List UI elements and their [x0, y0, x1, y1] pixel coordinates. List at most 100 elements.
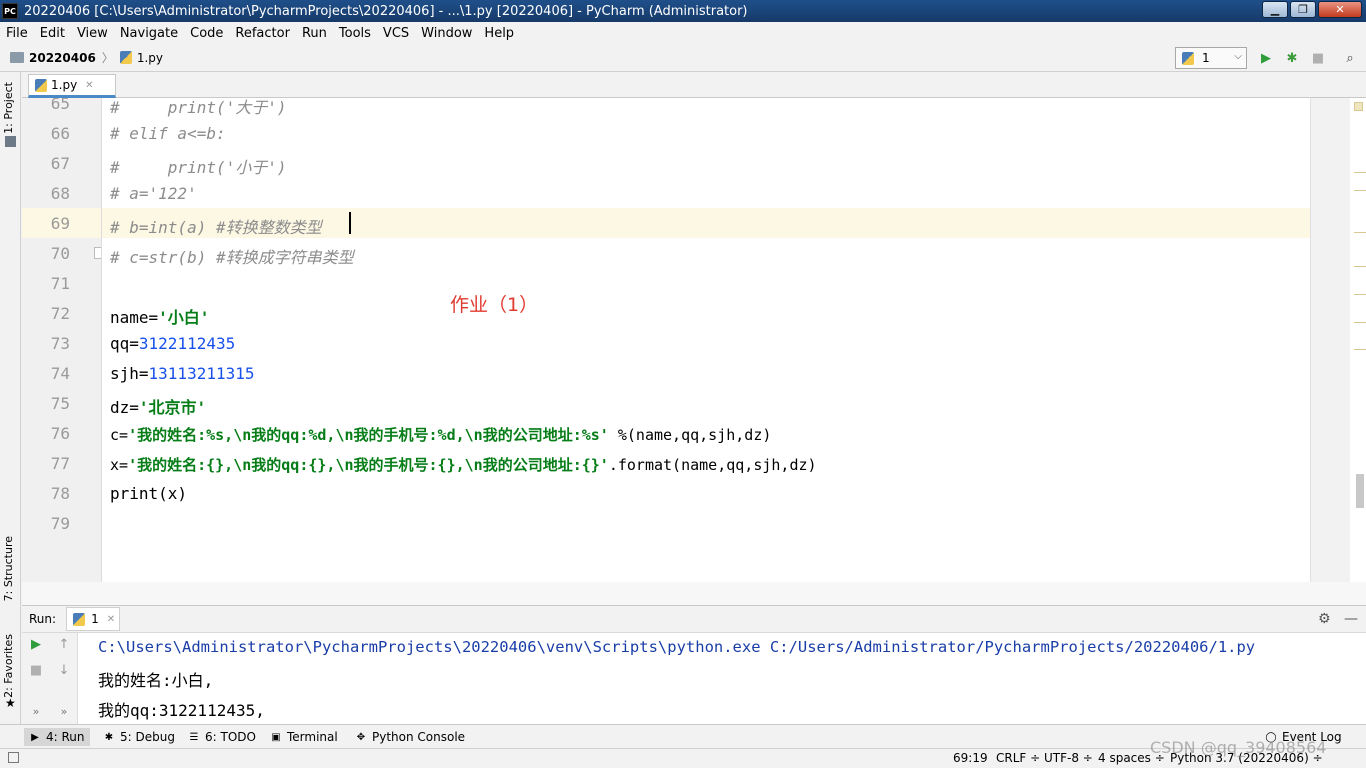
number-literal: 13113211315 — [148, 364, 255, 383]
bug-icon: ✱ — [104, 731, 114, 743]
debug-tool-button[interactable]: ✱ 5: Debug — [98, 728, 180, 746]
stop-icon[interactable]: ■ — [28, 663, 44, 678]
debug-bug-icon[interactable]: ✱ — [1283, 49, 1301, 67]
line-number: 77 — [50, 454, 70, 473]
python-icon: ✥ — [356, 731, 366, 743]
menu-edit[interactable]: Edit — [34, 26, 71, 41]
python-file-icon — [35, 78, 47, 92]
scroll-thumb[interactable] — [1356, 474, 1364, 508]
hide-panel-icon[interactable]: — — [1344, 611, 1358, 627]
string-literal: '我的姓名:{},\n我的qq:{},\n我的手机号:{},\n我的公司地址:{… — [128, 456, 609, 474]
arrow-up-icon[interactable]: ↑ — [56, 637, 72, 652]
toggle-tool-windows-icon[interactable] — [8, 752, 19, 763]
code-line: # elif a<=b: — [110, 124, 226, 143]
structure-tool-tab[interactable]: 7: Structure — [2, 536, 15, 601]
favorites-tool-tab[interactable]: 2: Favorites — [2, 634, 15, 698]
menu-refactor[interactable]: Refactor — [229, 26, 296, 41]
todo-tool-button[interactable]: ☰ 6: TODO — [183, 728, 261, 746]
editor-scrollbar[interactable] — [1350, 98, 1366, 582]
run-icon[interactable]: ▶ — [1257, 49, 1275, 67]
run-console-output[interactable]: C:\Users\Administrator\PycharmProjects\2… — [78, 633, 1366, 724]
line-number: 78 — [50, 484, 70, 503]
run-configuration-select[interactable]: 1 ⌵ — [1175, 47, 1247, 69]
title-bar: PC 20220406 [C:\Users\Administrator\Pych… — [0, 0, 1366, 22]
code-line-78: print(x) — [110, 484, 188, 503]
code-line-73: qq=3122112435 — [110, 334, 235, 353]
scroll-marker — [1354, 349, 1366, 350]
chevron-right-icon: 〉 — [101, 51, 114, 65]
run-panel-header: Run: 1 ✕ ⚙ — — [22, 605, 1366, 633]
window-title: 20220406 [C:\Users\Administrator\Pycharm… — [24, 3, 748, 19]
menu-navigate[interactable]: Navigate — [114, 26, 184, 41]
scroll-marker — [1354, 232, 1366, 233]
code-line: # print('大于') — [110, 98, 287, 117]
menu-run[interactable]: Run — [296, 26, 333, 41]
menu-vcs[interactable]: VCS — [377, 26, 415, 41]
more-icon[interactable]: » — [28, 705, 44, 718]
code-editor[interactable]: # print('大于') # elif a<=b: # print('小于')… — [102, 98, 1310, 582]
minimize-button[interactable]: ▁ — [1262, 1, 1288, 18]
line-number: 73 — [50, 334, 70, 353]
menu-file[interactable]: File — [0, 26, 34, 41]
string-literal: '北京市' — [138, 398, 207, 417]
gear-icon[interactable]: ⚙ — [1318, 611, 1331, 627]
project-tool-tab[interactable]: 1: Project — [2, 82, 15, 134]
list-icon: ☰ — [189, 731, 199, 743]
code-line: # print('小于') — [110, 158, 287, 177]
pycharm-app-icon: PC — [2, 3, 18, 19]
line-separator[interactable]: CRLF ÷ — [996, 751, 1040, 765]
close-icon[interactable]: ✕ — [85, 80, 93, 91]
code-line: # c=str(b) #转换成字符串类型 — [110, 248, 354, 267]
search-icon[interactable]: ⌕ — [1341, 49, 1359, 67]
folder-icon — [10, 52, 24, 63]
stop-icon[interactable]: ■ — [1309, 49, 1327, 67]
menu-view[interactable]: View — [71, 26, 114, 41]
python-file-icon — [1182, 51, 1194, 65]
close-button[interactable]: ✕ — [1318, 1, 1362, 18]
close-icon[interactable]: ✕ — [107, 614, 115, 625]
console-line: 我的qq:3122112435, — [98, 701, 265, 720]
editor-tab-bar: 1.py ✕ — [22, 72, 1366, 98]
menu-help[interactable]: Help — [478, 26, 520, 41]
run-tool-button[interactable]: ▶ 4: Run — [24, 728, 90, 746]
code-line: # a='122' — [110, 184, 197, 203]
scroll-marker — [1354, 266, 1366, 267]
menu-tools[interactable]: Tools — [333, 26, 377, 41]
fold-marker-icon[interactable] — [94, 247, 101, 259]
number-literal: 3122112435 — [138, 334, 236, 353]
line-number: 79 — [50, 514, 70, 533]
code-token: sjh= — [110, 364, 149, 383]
menu-window[interactable]: Window — [415, 26, 478, 41]
console-line: C:\Users\Administrator\PycharmProjects\2… — [98, 638, 1256, 656]
line-number: 66 — [50, 124, 70, 143]
more-icon[interactable]: » — [56, 705, 72, 718]
code-line-75: dz='北京市' — [110, 394, 206, 418]
python-console-tool-label: Python Console — [372, 730, 466, 744]
inspection-status-icon[interactable] — [1354, 102, 1363, 111]
code-token: %(name,qq,sjh,dz) — [608, 426, 772, 444]
caret-position[interactable]: 69:19 — [953, 751, 988, 765]
breadcrumb-file[interactable]: 1.py — [137, 51, 163, 65]
code-line-74: sjh=13113211315 — [110, 364, 255, 383]
line-number-gutter: 65 66 67 68 69 70 71 72 73 74 75 76 77 7… — [22, 98, 102, 582]
line-number: 69 — [50, 214, 70, 233]
scroll-marker — [1354, 190, 1366, 191]
file-encoding[interactable]: UTF-8 ÷ — [1044, 751, 1093, 765]
string-literal: '小白' — [158, 308, 210, 327]
maximize-button[interactable]: ❐ — [1290, 1, 1316, 18]
todo-tool-label: 6: TODO — [205, 730, 256, 744]
line-number: 75 — [50, 394, 70, 413]
terminal-tool-button[interactable]: ▣ Terminal — [265, 728, 343, 746]
line-number: 68 — [50, 184, 70, 203]
window-controls: ▁ ❐ ✕ — [1262, 1, 1362, 18]
editor-tab-1py[interactable]: 1.py ✕ — [28, 74, 116, 98]
breadcrumb-project[interactable]: 20220406 — [29, 51, 96, 65]
line-number: 72 — [50, 304, 70, 323]
code-line: # b=int(a) #转换整数类型 — [110, 218, 322, 237]
arrow-down-icon[interactable]: ↓ — [56, 663, 72, 678]
scroll-marker — [1354, 294, 1366, 295]
menu-code[interactable]: Code — [184, 26, 229, 41]
run-tab-1[interactable]: 1 ✕ — [66, 607, 121, 631]
python-console-tool-button[interactable]: ✥ Python Console — [350, 728, 470, 746]
rerun-icon[interactable]: ▶ — [28, 637, 44, 652]
